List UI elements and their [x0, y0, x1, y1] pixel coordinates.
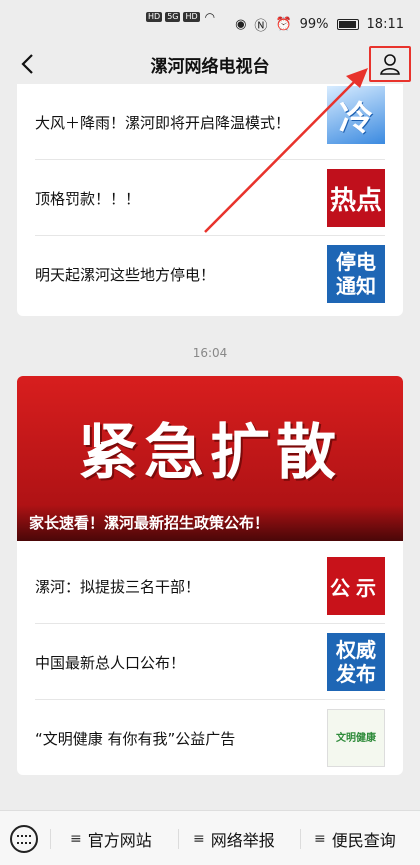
article-row[interactable]: 明天起漯河这些地方停电！ 停电 通知 — [17, 236, 403, 312]
divider — [50, 829, 51, 849]
article-card-1: 大风＋降雨！漯河即将开启降温模式！ 冷 顶格罚款！！！ 热点 明天起漯河这些地方… — [17, 84, 403, 316]
menu-lines-icon: ≡ — [193, 830, 205, 847]
article-card-2: 紧急扩散 家长速看！漯河最新招生政策公布！ 漯河：拟提拔三名干部！ 公示 中国最… — [17, 376, 403, 775]
hd-badge-2: HD — [183, 12, 200, 22]
article-thumbnail: 文明健康 — [327, 709, 385, 767]
battery-icon — [336, 19, 359, 30]
keyboard-icon — [17, 834, 31, 844]
thumbnail-text: 公示 — [330, 575, 382, 600]
menu-label: 官方网站 — [87, 830, 152, 850]
signal-badges: HD 5G HD ◠ — [146, 10, 217, 24]
article-thumbnail: 权威 发布 — [327, 633, 385, 691]
article-title: 中国最新总人口公布！ — [35, 653, 186, 672]
menu-lines-icon: ≡ — [314, 830, 326, 847]
wifi-icon: ◠ — [204, 10, 216, 24]
menu-public-query[interactable]: ≡ 便民查询 — [314, 811, 396, 865]
alarm-icon: ⏰ — [275, 17, 292, 32]
nfc-icon: Ⓝ — [254, 19, 268, 34]
battery-percent: 99% — [299, 17, 329, 32]
headline-title: 家长速看！漯河最新招生政策公布！ — [29, 514, 270, 532]
article-row[interactable]: 漯河：拟提拔三名干部！ 公示 — [17, 548, 403, 624]
status-bar: HD 5G HD ◠ ◉ Ⓝ ⏰ 99% 18:11 — [0, 0, 420, 44]
article-title: 大风＋降雨！漯河即将开启降温模式！ — [35, 113, 291, 132]
article-title: 顶格罚款！！！ — [35, 189, 141, 208]
article-thumbnail: 公示 — [327, 557, 385, 615]
article-title: 明天起漯河这些地方停电！ — [35, 265, 216, 284]
article-row[interactable]: 顶格罚款！！！ 热点 — [17, 160, 403, 236]
divider — [300, 829, 301, 849]
banner-text: 紧急扩散 — [78, 418, 342, 488]
menu-official-site[interactable]: ≡ 官方网站 — [70, 811, 152, 865]
article-thumbnail: 停电 通知 — [327, 245, 385, 303]
thumbnail-text: 权威 — [336, 638, 376, 662]
menu-label: 网络举报 — [210, 830, 275, 850]
divider — [178, 829, 179, 849]
article-title: 漯河：拟提拔三名干部！ — [35, 577, 201, 596]
profile-button[interactable] — [369, 46, 411, 82]
menu-network-report[interactable]: ≡ 网络举报 — [193, 811, 275, 865]
user-icon — [380, 54, 400, 75]
article-row[interactable]: “文明健康 有你有我”公益广告 文明健康 — [17, 700, 403, 775]
article-thumbnail: 冷 — [327, 86, 385, 144]
article-row[interactable]: 大风＋降雨！漯河即将开启降温模式！ 冷 — [17, 84, 403, 160]
keyboard-toggle-button[interactable] — [10, 825, 38, 853]
app-header: 漯河网络电视台 — [0, 44, 420, 84]
eye-icon: ◉ — [235, 17, 247, 32]
page-title: 漯河网络电视台 — [150, 57, 270, 77]
status-right: ◉ Ⓝ ⏰ 99% 18:11 — [235, 15, 404, 34]
thumbnail-text: 热点 — [329, 185, 382, 216]
hd-badge: HD — [146, 12, 163, 22]
thumbnail-text: 冷 — [339, 98, 373, 139]
message-timestamp: 16:04 — [192, 346, 228, 360]
thumbnail-text: 通知 — [336, 274, 376, 298]
bottom-menu-bar: ≡ 官方网站 ≡ 网络举报 ≡ 便民查询 — [0, 810, 420, 865]
article-row[interactable]: 中国最新总人口公布！ 权威 发布 — [17, 624, 403, 700]
menu-label: 便民查询 — [331, 830, 396, 850]
article-title: “文明健康 有你有我”公益广告 — [35, 729, 236, 748]
network-badge: 5G — [165, 12, 181, 22]
thumbnail-text: 文明健康 — [336, 732, 376, 744]
thumbnail-text: 停电 — [336, 250, 376, 274]
thumbnail-text: 发布 — [336, 662, 376, 686]
article-thumbnail: 热点 — [327, 169, 385, 227]
headline-banner[interactable]: 紧急扩散 家长速看！漯河最新招生政策公布！ — [17, 376, 403, 541]
menu-lines-icon: ≡ — [70, 830, 82, 847]
clock: 18:11 — [366, 17, 404, 32]
